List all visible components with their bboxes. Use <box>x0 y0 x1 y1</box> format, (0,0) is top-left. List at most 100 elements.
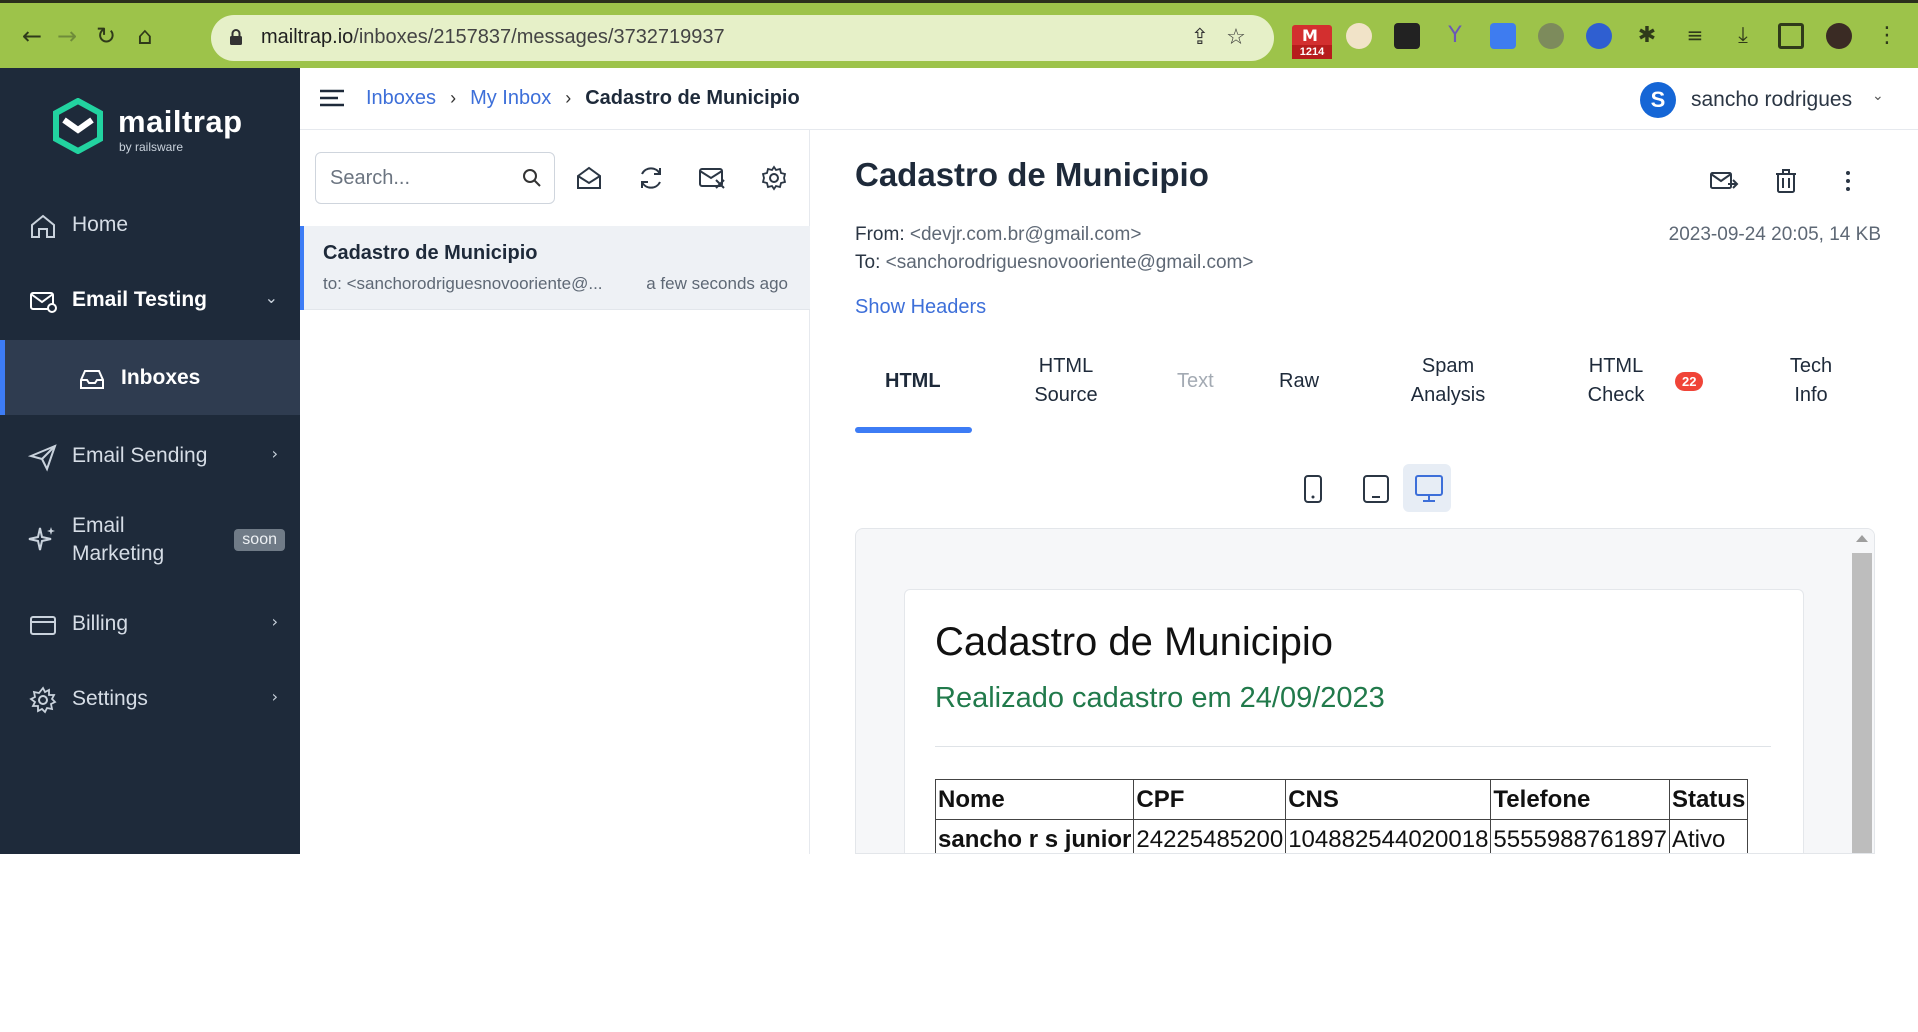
table-cell: 104882544020018 <box>1285 819 1492 853</box>
to-line: To: <sanchorodriguesnovooriente@gmail.co… <box>855 252 1253 274</box>
show-headers-link[interactable]: Show Headers <box>855 296 986 319</box>
tab-html-source[interactable]: HTML Source <box>1016 352 1116 410</box>
forward-arrow-icon[interactable]: → <box>53 22 81 50</box>
user-menu[interactable]: S sancho rodrigues ⌄ <box>1640 80 1890 120</box>
tab-raw[interactable]: Raw <box>1279 367 1319 396</box>
translate-extension-icon[interactable] <box>1490 23 1516 49</box>
desktop-view-button[interactable] <box>1403 464 1451 512</box>
table-cell: sancho r s junior <box>934 819 1135 853</box>
menu-hamburger-icon[interactable] <box>320 88 344 108</box>
message-title: Cadastro de Municipio <box>855 156 1209 193</box>
breadcrumb-separator: › <box>565 88 572 108</box>
back-arrow-icon[interactable]: ← <box>18 22 46 50</box>
email-preview: Cadastro de Municipio Realizado cadastro… <box>855 528 1875 854</box>
column-header: CPF <box>1133 779 1287 820</box>
tab-text[interactable]: Text <box>1177 367 1214 396</box>
forward-email-icon[interactable] <box>1709 166 1739 196</box>
media-queue-icon[interactable]: ≡ <box>1682 23 1708 49</box>
profile-avatar[interactable] <box>1826 23 1852 49</box>
tab-tech-info[interactable]: Tech Info <box>1771 352 1851 410</box>
to-label: To: <box>855 252 881 273</box>
table-header-row: Nome CPF CNS Telefone Status <box>934 779 1749 820</box>
scroll-thumb[interactable] <box>1852 553 1872 853</box>
top-header: Inboxes › My Inbox › Cadastro de Municipio S… <box>300 68 1918 130</box>
desktop-icon <box>1415 475 1443 502</box>
sidebar-item-billing[interactable]: Billing › <box>0 586 300 661</box>
home-icon[interactable]: ⌂ <box>131 22 159 50</box>
empty-area <box>0 854 1918 1032</box>
table-row: sancho r s junior 24225485200 1048825440… <box>934 819 1749 853</box>
breadcrumb-inboxes[interactable]: Inboxes <box>366 87 436 109</box>
active-tab-indicator <box>855 427 972 433</box>
breadcrumb: Inboxes › My Inbox › Cadastro de Municipio <box>366 87 800 110</box>
address-bar[interactable]: mailtrap.io/inboxes/2157837/messages/373… <box>211 15 1274 61</box>
browser-menu-icon[interactable]: ⋮ <box>1874 23 1900 49</box>
mailtrap-logo[interactable]: mailtrap by railsware <box>52 97 242 159</box>
sidebar-item-email-marketing[interactable]: Email Marketing soon <box>0 493 300 585</box>
app-root: ← → ↻ ⌂ mailtrap.io/inboxes/2157837/mess… <box>0 0 1918 1032</box>
message-recipient: to: <sanchorodriguesnovooriente@... <box>323 274 603 293</box>
cadastro-table: Nome CPF CNS Telefone Status sancho r s … <box>934 779 1749 853</box>
owl-extension-icon[interactable] <box>1346 23 1372 49</box>
html-check-badge: 22 <box>1675 372 1704 391</box>
bookmark-star-icon[interactable]: ☆ <box>1224 26 1248 50</box>
search-input[interactable] <box>330 165 510 191</box>
tab-html-check[interactable]: HTML Check <box>1576 352 1656 410</box>
sidebar-item-inboxes[interactable]: Inboxes <box>0 340 300 415</box>
tab-html[interactable]: HTML <box>885 367 941 396</box>
x-extension-icon[interactable] <box>1394 23 1420 49</box>
more-vertical-icon[interactable] <box>1833 166 1863 196</box>
sidebar-item-settings[interactable]: Settings › <box>0 661 300 736</box>
download-icon[interactable]: ⤓ <box>1730 23 1756 49</box>
chevron-down-icon: ⌄ <box>264 288 278 307</box>
inbox-icon <box>80 370 104 389</box>
mailtrap-logo-icon <box>53 97 103 155</box>
table-cell: 24225485200 <box>1133 819 1287 853</box>
tablet-icon <box>1363 475 1389 503</box>
tablet-view-button[interactable] <box>1351 464 1399 512</box>
mail-extension-icon[interactable]: M 1214 <box>1292 25 1332 59</box>
puzzle-extensions-icon[interactable]: ✱ <box>1634 23 1660 49</box>
message-date-size: 2023-09-24 20:05, 14 KB <box>1668 224 1881 245</box>
message-subject: Cadastro de Municipio <box>323 242 538 264</box>
sidebar-item-email-sending[interactable]: Email Sending › <box>0 418 300 493</box>
message-time: a few seconds ago <box>646 274 788 293</box>
credit-card-icon <box>30 616 56 635</box>
search-box[interactable] <box>315 152 555 204</box>
send-icon <box>28 444 57 472</box>
trash-icon[interactable] <box>1771 166 1801 196</box>
sidebar-item-home[interactable]: Home <box>0 187 300 262</box>
table-cell: 5555988761897 <box>1490 819 1670 853</box>
breadcrumb-my-inbox[interactable]: My Inbox <box>470 87 551 109</box>
lock-icon <box>230 29 242 45</box>
v-extension-icon[interactable]: Y <box>1442 23 1468 49</box>
chevron-down-icon: ⌄ <box>1872 88 1884 104</box>
email-card: Cadastro de Municipio Realizado cadastro… <box>904 589 1804 853</box>
search-icon[interactable] <box>522 168 542 188</box>
email-heading: Cadastro de Municipio <box>935 620 1333 664</box>
gear-icon[interactable] <box>760 164 788 192</box>
mobile-view-button[interactable] <box>1289 464 1337 512</box>
hls-extension-icon[interactable] <box>1586 23 1612 49</box>
list-item[interactable]: Cadastro de Municipio to: <sanchorodrigu… <box>300 226 810 310</box>
url-text: mailtrap.io/inboxes/2157837/messages/373… <box>261 26 725 48</box>
from-address: <devjr.com.br@gmail.com> <box>909 224 1142 245</box>
mark-read-icon[interactable] <box>575 164 603 192</box>
sidebar: mailtrap by railsware Home Email Testing… <box>0 68 300 854</box>
reload-icon[interactable]: ↻ <box>92 22 120 50</box>
tab-spam-analysis[interactable]: Spam Analysis <box>1393 352 1503 410</box>
soon-badge: soon <box>234 529 285 551</box>
bug-extension-icon[interactable] <box>1538 23 1564 49</box>
scroll-up-arrow-icon[interactable] <box>1856 535 1868 542</box>
clear-inbox-icon[interactable] <box>698 164 726 192</box>
preview-scrollbar[interactable] <box>1850 529 1874 853</box>
breadcrumb-separator: › <box>450 88 457 108</box>
to-address: <sanchorodriguesnovooriente@gmail.com> <box>885 252 1254 273</box>
refresh-icon[interactable] <box>637 164 665 192</box>
message-list-pane: Cadastro de Municipio to: <sanchorodrigu… <box>300 130 810 854</box>
email-testing-icon <box>30 292 57 313</box>
side-panel-icon[interactable] <box>1778 23 1804 49</box>
sidebar-item-email-testing[interactable]: Email Testing ⌄ <box>0 262 300 337</box>
share-icon[interactable]: ⇪ <box>1188 26 1212 50</box>
breadcrumb-current: Cadastro de Municipio <box>585 87 800 109</box>
